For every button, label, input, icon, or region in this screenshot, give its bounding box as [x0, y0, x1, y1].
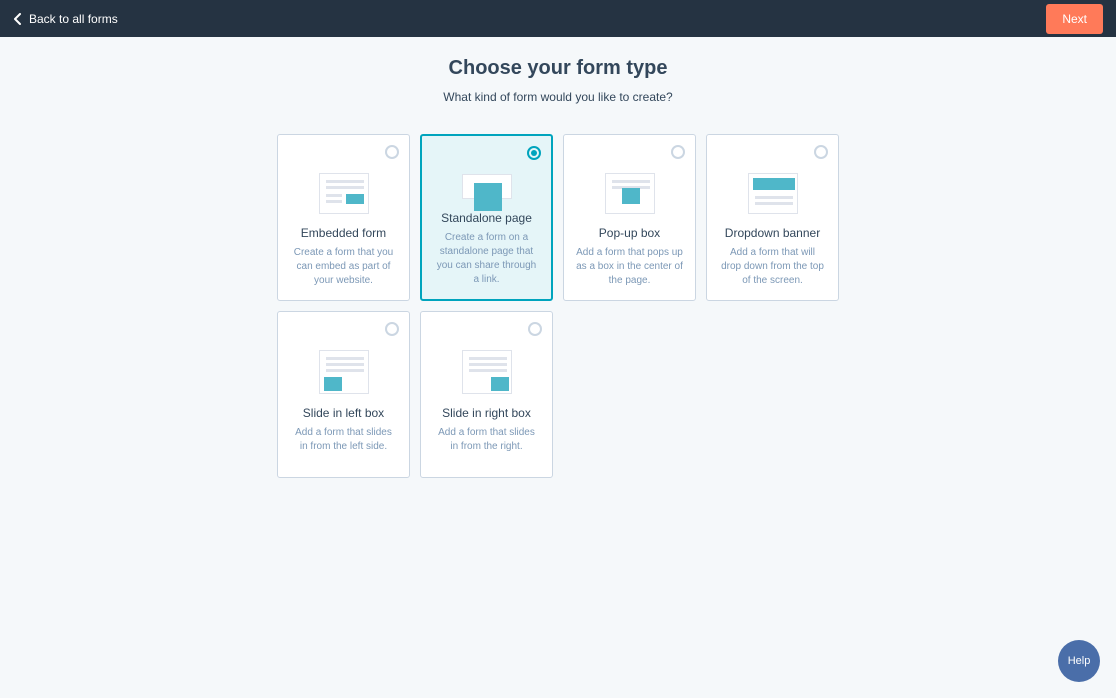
form-type-thumbnail: [462, 350, 512, 394]
chevron-left-icon: [13, 13, 23, 25]
card-title: Embedded form: [301, 226, 386, 240]
help-button[interactable]: Help: [1058, 640, 1100, 682]
content: Choose your form type What kind of form …: [0, 37, 1116, 478]
card-desc: Create a form that you can embed as part…: [290, 246, 397, 288]
card-desc: Add a form that will drop down from the …: [719, 246, 826, 288]
next-button[interactable]: Next: [1046, 4, 1103, 34]
card-desc: Add a form that slides in from the right…: [433, 426, 540, 454]
radio-indicator[interactable]: [671, 145, 685, 159]
form-type-card[interactable]: Standalone page Create a form on a standa…: [420, 134, 553, 301]
form-type-card[interactable]: Dropdown banner Add a form that will drop…: [706, 134, 839, 301]
cards-grid: Embedded form Create a form that you can …: [0, 134, 1116, 478]
form-type-thumbnail: [319, 173, 369, 214]
form-type-thumbnail: [462, 174, 512, 199]
form-type-card[interactable]: Embedded form Create a form that you can …: [277, 134, 410, 301]
radio-indicator[interactable]: [385, 322, 399, 336]
page-subtitle: What kind of form would you like to crea…: [0, 90, 1116, 104]
radio-indicator[interactable]: [528, 322, 542, 336]
card-title: Pop-up box: [599, 226, 660, 240]
card-title: Slide in left box: [303, 406, 384, 420]
radio-indicator[interactable]: [814, 145, 828, 159]
form-type-thumbnail: [748, 173, 798, 214]
card-title: Slide in right box: [442, 406, 531, 420]
radio-dot: [531, 150, 537, 156]
form-type-thumbnail: [605, 173, 655, 214]
card-desc: Create a form on a standalone page that …: [434, 231, 539, 287]
help-button-label: Help: [1068, 655, 1091, 667]
back-link-label: Back to all forms: [29, 12, 118, 26]
topbar: Back to all forms Next: [0, 0, 1116, 37]
form-type-card[interactable]: Pop-up box Add a form that pops up as a b…: [563, 134, 696, 301]
page-title: Choose your form type: [0, 57, 1116, 80]
card-title: Standalone page: [441, 211, 532, 225]
radio-indicator[interactable]: [527, 146, 541, 160]
card-desc: Add a form that slides in from the left …: [290, 426, 397, 454]
form-type-card[interactable]: Slide in right box Add a form that slides…: [420, 311, 553, 478]
card-title: Dropdown banner: [725, 226, 820, 240]
radio-indicator[interactable]: [385, 145, 399, 159]
back-link[interactable]: Back to all forms: [13, 12, 118, 26]
form-type-card[interactable]: Slide in left box Add a form that slides …: [277, 311, 410, 478]
form-type-thumbnail: [319, 350, 369, 394]
card-desc: Add a form that pops up as a box in the …: [576, 246, 683, 288]
